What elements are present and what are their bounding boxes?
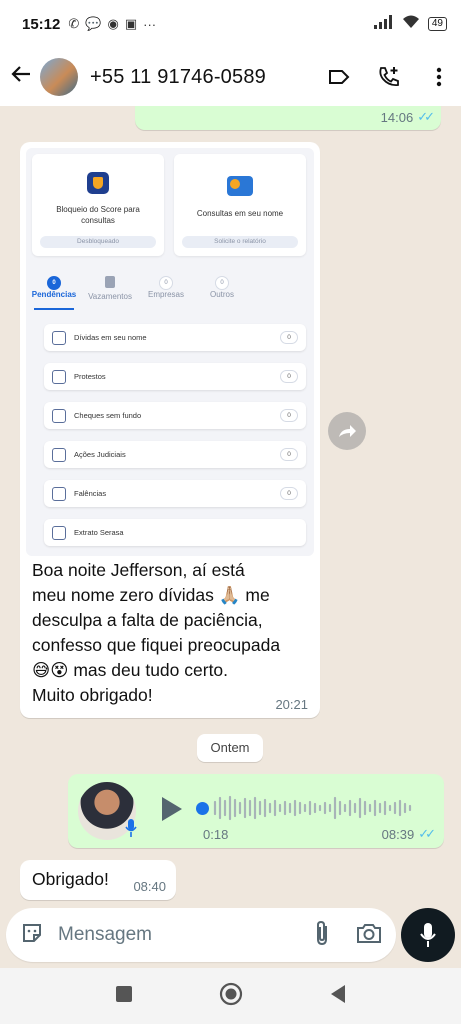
voice-record-button[interactable] [401,908,455,962]
message-time: 14:06 [380,109,414,125]
message-text: Obrigado! [32,869,109,889]
outgoing-message[interactable]: 14:06 ✓✓ [135,106,441,130]
gavel-icon [52,447,66,462]
more-options-icon[interactable] [427,65,451,89]
back-arrow-icon[interactable] [10,63,36,92]
attach-icon[interactable] [314,920,330,951]
read-ticks-icon: ✓✓ [418,826,436,841]
system-nav-bar [0,968,461,1024]
consultas-card: Consultas em seu nome Solicite o relatór… [174,154,306,256]
home-icon[interactable] [219,982,243,1011]
row-acoes: Ações Judiciais 0 [44,441,306,468]
row-falencias: Falências 0 [44,480,306,507]
waveform[interactable] [213,792,428,824]
message-time: 08:40 [133,879,166,894]
wifi-icon [402,15,420,33]
tab-empresas[interactable]: 0 Empresas [138,276,194,306]
camera-icon[interactable] [356,922,382,949]
message-time: 20:21 [275,697,308,712]
row-extrato: Extrato Serasa [44,519,306,546]
tabs: 0 Pendências Vazamentos 0 Empresas 0 Out… [26,276,314,310]
check-icon [52,408,66,423]
contact-avatar[interactable] [40,58,78,96]
recents-icon[interactable] [115,985,133,1008]
chart-icon [52,486,66,501]
tab-vazamentos[interactable]: Vazamentos [82,276,138,306]
tab-outros[interactable]: 0 Outros [194,276,250,306]
mic-icon [124,818,138,843]
battery-icon: 49 [427,17,447,31]
chat-icon: 💬 [85,16,102,31]
receipt-icon [52,525,66,540]
more-notifications-icon: ··· [143,16,157,32]
back-nav-icon[interactable] [329,984,347,1009]
status-time: 15:12 [22,15,61,33]
voice-duration: 0:18 [203,827,229,842]
message-text: Boa noite Jefferson, aí está meu nome ze… [32,560,281,705]
document-icon [52,330,66,345]
notification-icons: ✆ 💬 ◉ ▣ ··· [68,16,156,32]
card-title: Bloqueio do Score para consultas [56,205,140,225]
playback-dot[interactable] [196,802,209,815]
read-ticks-icon: ✓✓ [417,109,435,124]
incoming-image-message[interactable]: Bloqueio do Score para consultas Desbloq… [20,142,320,718]
stamp-icon [52,369,66,384]
tab-pendencias[interactable]: 0 Pendências [26,276,82,310]
shield-icon [87,172,109,194]
row-cheques: Cheques sem fundo 0 [44,402,306,429]
row-protestos: Protestos 0 [44,363,306,390]
date-separator: Ontem [197,734,263,762]
lock-icon [105,276,115,288]
mic-icon [420,923,436,947]
message-input[interactable]: Mensagem [58,924,314,946]
signal-icon [373,15,394,33]
play-button[interactable] [160,796,184,827]
row-dividas: Dívidas em seu nome 0 [44,324,306,351]
incoming-message[interactable]: Obrigado! 08:40 [20,860,176,900]
card-title: Consultas em seu nome [196,209,284,218]
forward-button[interactable] [328,412,366,450]
chat-header: +55 11 91746-0589 [0,48,461,106]
chat-area[interactable]: 14:06 ✓✓ Bloqueio do Score para consulta… [0,106,461,968]
message-input-bar: Mensagem [6,908,396,962]
message-time: 08:39 [381,826,415,842]
forward-icon [339,425,356,437]
card-status: Desbloqueado [40,236,156,248]
outgoing-voice-message[interactable]: 0:18 08:39 ✓✓ [68,774,444,848]
contact-name[interactable]: +55 11 91746-0589 [90,66,266,89]
app2-icon: ▣ [124,16,138,31]
sticker-icon[interactable] [20,921,44,950]
id-card-icon [227,176,253,196]
label-icon[interactable] [327,65,351,89]
missed-call-icon: ✆ [68,16,80,31]
add-call-icon[interactable] [377,65,401,89]
status-bar: 15:12 ✆ 💬 ◉ ▣ ··· 49 [0,0,461,48]
app-icon: ◉ [107,16,119,31]
score-block-card: Bloqueio do Score para consultas Desbloq… [32,154,164,256]
card-status: Solicite o relatório [182,236,298,248]
serasa-screenshot[interactable]: Bloqueio do Score para consultas Desbloq… [26,148,314,556]
